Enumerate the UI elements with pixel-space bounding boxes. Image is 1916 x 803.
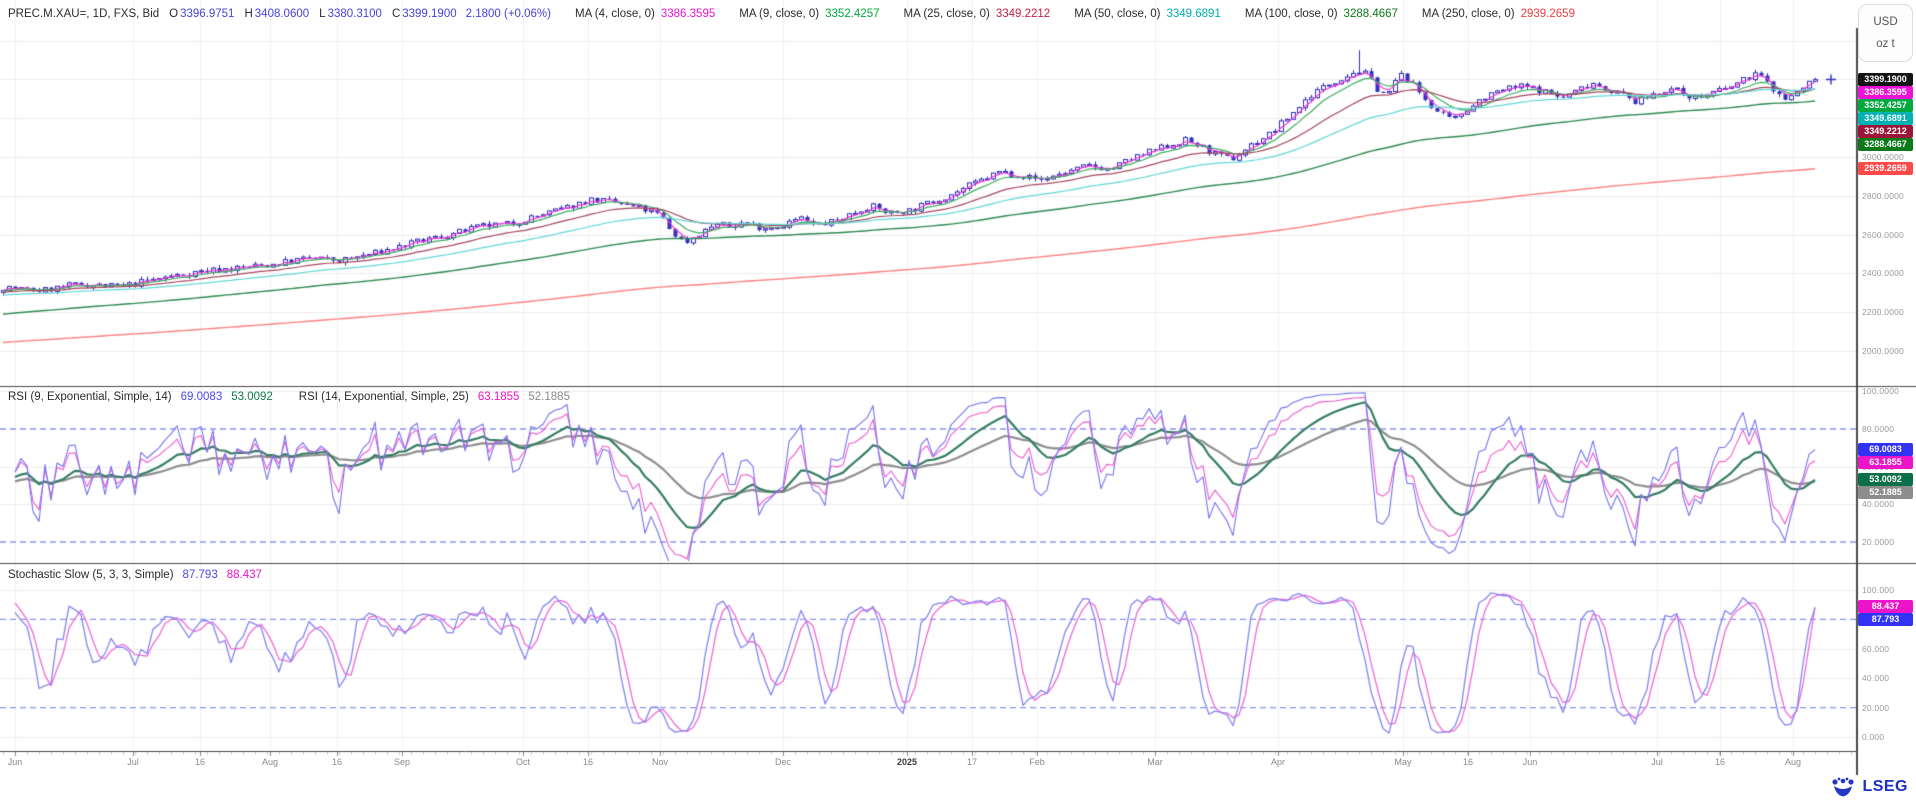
ma-legend-label: MA (25, close, 0)	[904, 8, 990, 20]
time-axis-label: 2025	[897, 757, 917, 767]
price-badge: 87.793	[1858, 613, 1913, 626]
currency-label: USD	[1873, 16, 1897, 28]
ma-legend-value: 3349.2212	[996, 8, 1050, 20]
time-axis-label: Jun	[1523, 757, 1538, 767]
price-tick-label: 2400.0000	[1862, 268, 1904, 278]
ohlc-value: 3380.3100	[328, 8, 382, 20]
ma-legend-item[interactable]: MA (50, close, 0) 3349.6891	[1074, 8, 1221, 20]
ma-legend-item[interactable]: MA (4, close, 0) 3386.3595	[575, 8, 715, 20]
price-tick-label: 60.000	[1862, 644, 1889, 654]
ma-legend-label: MA (50, close, 0)	[1074, 8, 1160, 20]
price-badge: 88.437	[1858, 600, 1913, 613]
time-axis-label: Nov	[652, 757, 668, 767]
price-tick-label: 0.000	[1862, 732, 1884, 742]
ma-legend-label: MA (100, close, 0)	[1245, 8, 1338, 20]
ohlc-values: O3396.9751 H3408.0600 L3380.3100 C3399.1900	[159, 8, 456, 20]
time-axis-label: May	[1394, 757, 1411, 767]
ohlc-value: 3396.9751	[180, 8, 234, 20]
ohlc-key: L	[319, 8, 325, 20]
price-badge: 3349.2212	[1858, 125, 1913, 138]
time-axis-label: Oct	[516, 757, 530, 767]
price-tick-label: 20.0000	[1862, 537, 1894, 547]
rsi-title-2: RSI (14, Exponential, Simple, 25)	[299, 391, 469, 403]
stochastic-value-2: 88.437	[227, 569, 262, 581]
ma-legend-label: MA (9, close, 0)	[739, 8, 819, 20]
rsi-value-1: 69.0083	[181, 391, 223, 403]
price-badge: 3399.1900	[1858, 73, 1913, 86]
ohlc-key: C	[392, 8, 400, 20]
ma-legend-value: 3386.3595	[661, 8, 715, 20]
rsi-value-4: 52.1885	[528, 391, 570, 403]
time-axis-label: 17	[967, 757, 977, 767]
chart-application: PREC.M.XAU=, 1D, FXS, Bid O3396.9751 H340…	[0, 0, 1916, 803]
time-axis-label: 16	[583, 757, 593, 767]
time-axis-label: 16	[1715, 757, 1725, 767]
time-axis-label: Aug	[1785, 757, 1801, 767]
price-badge: 63.1855	[1858, 456, 1913, 469]
ohlc-value: 3399.1900	[402, 8, 456, 20]
lseg-logo: LSEG	[1830, 776, 1908, 798]
ohlc-key: H	[244, 8, 252, 20]
time-axis-label: Dec	[775, 757, 791, 767]
time-axis-label: 16	[332, 757, 342, 767]
time-axis-label: Sep	[394, 757, 410, 767]
time-axis-label: Jul	[1651, 757, 1663, 767]
time-axis-label: Jul	[127, 757, 139, 767]
unit-selector[interactable]: USD oz t	[1858, 4, 1913, 62]
price-tick-label: 2000.0000	[1862, 346, 1904, 356]
ma-legend-value: 3349.6891	[1166, 8, 1220, 20]
ohlc-key: O	[169, 8, 178, 20]
price-badge: 3349.6891	[1858, 112, 1913, 125]
ma-legend-value: 3288.4667	[1344, 8, 1398, 20]
instrument-title: PREC.M.XAU=, 1D, FXS, Bid	[8, 8, 159, 20]
rsi-legend[interactable]: RSI (9, Exponential, Simple, 14) 69.0083…	[8, 391, 570, 403]
price-tick-label: 40.000	[1862, 673, 1889, 683]
lseg-crest-icon	[1830, 776, 1856, 798]
main-chart-legend[interactable]: PREC.M.XAU=, 1D, FXS, Bid O3396.9751 H340…	[8, 0, 1575, 28]
price-badge: 3386.3595	[1858, 86, 1913, 99]
price-badge: 3352.4257	[1858, 99, 1913, 112]
rsi-value-3: 63.1855	[478, 391, 520, 403]
price-tick-label: 2600.0000	[1862, 230, 1904, 240]
stochastic-legend[interactable]: Stochastic Slow (5, 3, 3, Simple) 87.793…	[8, 569, 262, 581]
price-tick-label: 2200.0000	[1862, 307, 1904, 317]
stochastic-value-1: 87.793	[183, 569, 218, 581]
ma-legend-item[interactable]: MA (25, close, 0) 3349.2212	[904, 8, 1051, 20]
price-tick-label: 40.0000	[1862, 499, 1894, 509]
price-badge: 2939.2659	[1858, 162, 1913, 175]
ma-legend-group: MA (4, close, 0) 3386.3595 MA (9, close, 0…	[551, 8, 1575, 20]
time-axis-label: 16	[1463, 757, 1473, 767]
time-axis-label: Apr	[1271, 757, 1285, 767]
price-tick-label: 100.0000	[1862, 386, 1899, 396]
ma-legend-value: 3352.4257	[825, 8, 879, 20]
time-axis-label: Feb	[1029, 757, 1045, 767]
price-badge: 3288.4667	[1858, 138, 1913, 151]
price-tick-label: 20.000	[1862, 703, 1889, 713]
time-axis-label: Aug	[262, 757, 278, 767]
ma-legend-label: MA (250, close, 0)	[1422, 8, 1515, 20]
time-axis-label: Jun	[8, 757, 23, 767]
ma-legend-label: MA (4, close, 0)	[575, 8, 655, 20]
price-badge: 69.0083	[1858, 443, 1913, 456]
price-badge: 53.0092	[1858, 473, 1913, 486]
price-tick-label: 2800.0000	[1862, 191, 1904, 201]
change-value: 2.1800 (+0.06%)	[466, 8, 551, 20]
stochastic-title: Stochastic Slow (5, 3, 3, Simple)	[8, 569, 174, 581]
price-tick-label: 3000.0000	[1862, 152, 1904, 162]
ma-legend-item[interactable]: MA (250, close, 0) 2939.2659	[1422, 8, 1575, 20]
rsi-value-2: 53.0092	[231, 391, 273, 403]
price-badge: 52.1885	[1858, 486, 1913, 499]
price-tick-label: 100.000	[1862, 585, 1894, 595]
time-axis-label: 16	[195, 757, 205, 767]
ohlc-value: 3408.0600	[255, 8, 309, 20]
price-tick-label: 80.0000	[1862, 424, 1894, 434]
unit-label: oz t	[1876, 38, 1895, 50]
rsi-title-1: RSI (9, Exponential, Simple, 14)	[8, 391, 172, 403]
time-axis-label: Mar	[1147, 757, 1163, 767]
lseg-logo-text: LSEG	[1862, 778, 1908, 796]
ma-legend-item[interactable]: MA (9, close, 0) 3352.4257	[739, 8, 879, 20]
ma-legend-value: 2939.2659	[1521, 8, 1575, 20]
ma-legend-item[interactable]: MA (100, close, 0) 3288.4667	[1245, 8, 1398, 20]
